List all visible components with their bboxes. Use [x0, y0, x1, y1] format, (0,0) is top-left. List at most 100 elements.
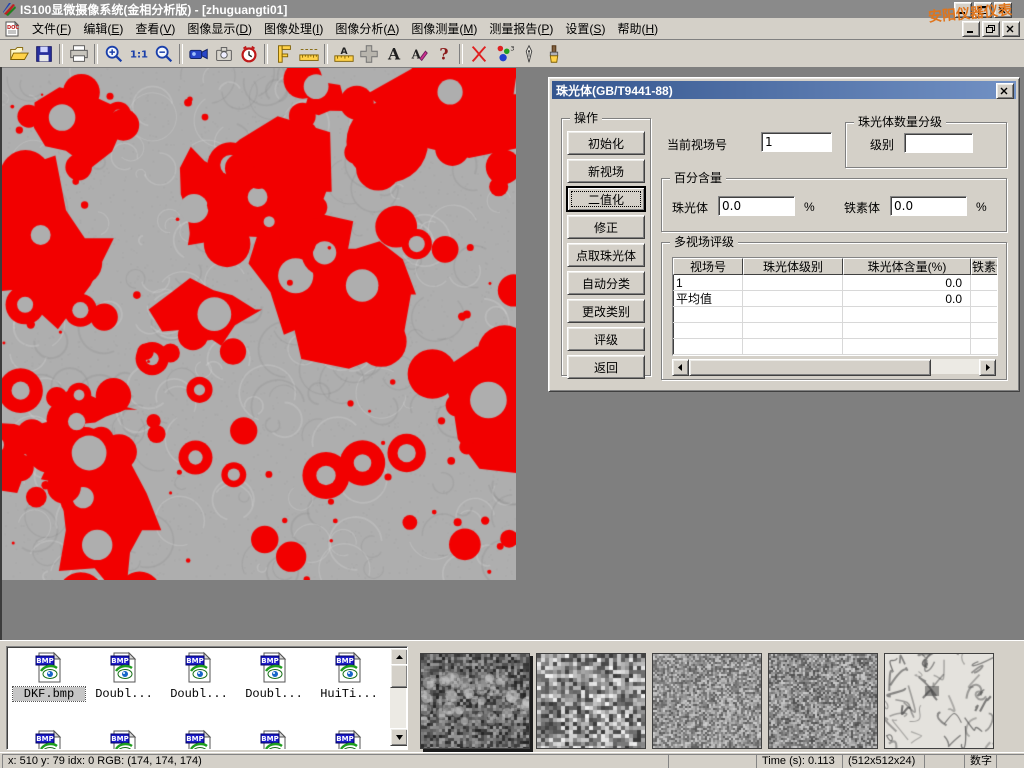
file-item-partial[interactable]: BMP [313, 729, 385, 750]
table-header-2[interactable]: 珠光体含量(%) [843, 258, 971, 275]
file-name[interactable]: DKF.bmp [13, 687, 85, 701]
op-button-6[interactable]: 自动分类 [567, 271, 645, 295]
snapshot-icon[interactable] [211, 42, 236, 66]
op-button-9[interactable]: 返回 [567, 355, 645, 379]
thumbnail-preview-4[interactable] [768, 653, 878, 749]
table-row[interactable] [673, 339, 997, 355]
table-row[interactable] [673, 323, 997, 339]
current-field-label: 当前视场号 [667, 136, 727, 153]
help-icon[interactable]: ? [431, 42, 456, 66]
curve-tool-icon[interactable] [466, 42, 491, 66]
scroll-left-icon[interactable] [672, 359, 689, 376]
table-header-0[interactable]: 视场号 [673, 258, 743, 275]
metallographic-image[interactable] [2, 68, 516, 580]
toolbar-separator [264, 44, 268, 64]
table-row[interactable]: 10.0 [673, 275, 997, 291]
pen-tool-icon[interactable] [516, 42, 541, 66]
save-icon[interactable] [31, 42, 56, 66]
bmp-file-icon[interactable]: BMP [33, 672, 65, 686]
menu-item-f[interactable]: 文件(F) [26, 18, 77, 39]
classify-count-icon[interactable]: 3 [491, 42, 516, 66]
menu-item-h[interactable]: 帮助(H) [611, 18, 664, 39]
menu-item-e[interactable]: 编辑(E) [77, 18, 129, 39]
print-icon[interactable] [66, 42, 91, 66]
pearlite-dialog: 珠光体(GB/T9441-88) 操作 初始化新视场二值化修正点取珠光体自动分类… [548, 77, 1020, 392]
menu-item-a[interactable]: 图像分析(A) [329, 18, 405, 39]
dialog-title-bar[interactable]: 珠光体(GB/T9441-88) [552, 81, 1016, 99]
file-name[interactable]: Doubl... [163, 687, 235, 701]
file-scrollbar[interactable] [390, 648, 406, 746]
scroll-right-icon[interactable] [979, 359, 996, 376]
document-icon[interactable]: DOC [4, 21, 20, 37]
table-row[interactable] [673, 307, 997, 323]
file-item[interactable]: BMPHuiTi... [313, 651, 385, 701]
file-name[interactable]: Doubl... [238, 687, 310, 701]
table-hscrollbar[interactable] [672, 359, 996, 374]
hscroll-thumb[interactable] [689, 359, 931, 376]
op-button-7[interactable]: 更改类别 [567, 299, 645, 323]
dialog-close-icon[interactable] [996, 83, 1014, 99]
menu-item-s[interactable]: 设置(S) [559, 18, 611, 39]
file-item-partial[interactable]: BMP [163, 729, 235, 750]
thumbnail-preview-1[interactable] [420, 653, 530, 749]
op-button-5[interactable]: 点取珠光体 [567, 243, 645, 267]
file-item-partial[interactable]: BMP [238, 729, 310, 750]
menu-item-d[interactable]: 图像显示(D) [181, 18, 258, 39]
file-name[interactable]: Doubl... [88, 687, 160, 701]
ruler-icon[interactable] [296, 42, 321, 66]
file-item[interactable]: BMPDoubl... [238, 651, 310, 701]
scroll-down-icon[interactable] [390, 728, 408, 746]
child-close-button[interactable] [1002, 21, 1020, 37]
svg-text:A: A [386, 44, 400, 63]
ferrite-input[interactable]: 0.0 [890, 196, 967, 216]
thumbnail-preview-5[interactable] [884, 653, 994, 749]
bmp-file-icon[interactable]: BMP [333, 672, 365, 686]
op-button-1[interactable]: 初始化 [567, 131, 645, 155]
file-name[interactable]: HuiTi... [313, 687, 385, 701]
menu-item-v[interactable]: 查看(V) [129, 18, 181, 39]
menu-item-p[interactable]: 测量报告(P) [483, 18, 559, 39]
zoom-in-icon[interactable] [101, 42, 126, 66]
bmp-file-icon[interactable]: BMP [183, 672, 215, 686]
op-button-3[interactable]: 二值化 [567, 187, 645, 211]
timer-icon[interactable] [236, 42, 261, 66]
bmp-file-icon[interactable]: BMP [108, 672, 140, 686]
video-capture-icon[interactable] [186, 42, 211, 66]
file-item-partial[interactable]: BMP [13, 729, 85, 750]
thumbnail-preview-3[interactable] [652, 653, 762, 749]
child-restore-button[interactable] [982, 21, 1000, 37]
file-item[interactable]: BMPDKF.bmp [13, 651, 85, 701]
table-cell: 1 [673, 275, 743, 291]
caliper-icon[interactable] [271, 42, 296, 66]
text-annotation-icon[interactable]: A [381, 42, 406, 66]
edit-annotation-icon[interactable]: A [406, 42, 431, 66]
file-item[interactable]: BMPDoubl... [163, 651, 235, 701]
actual-size-icon[interactable]: 1:1 [126, 42, 151, 66]
brush-tool-icon[interactable] [541, 42, 566, 66]
file-item[interactable]: BMPDoubl... [88, 651, 160, 701]
thumbnail-preview-2[interactable] [536, 653, 646, 749]
table-header-3[interactable]: 铁素体含量(%) [971, 258, 998, 275]
table-cell [743, 275, 843, 291]
grid-measure-icon[interactable] [356, 42, 381, 66]
window-title: IS100显微摄像系统(金相分析版) - [zhuguangti01] [20, 1, 287, 18]
table-row[interactable]: 平均值0.0 [673, 291, 997, 307]
op-button-2[interactable]: 新视场 [567, 159, 645, 183]
rating-table[interactable]: 视场号珠光体级别珠光体含量(%)铁素体含量(%)10.0平均值0.0 [672, 257, 998, 356]
zoom-out-icon[interactable] [151, 42, 176, 66]
grade-input[interactable] [904, 133, 973, 153]
bmp-file-icon[interactable]: BMP [258, 672, 290, 686]
op-button-8[interactable]: 评级 [567, 327, 645, 351]
status-empty-1 [668, 754, 757, 768]
file-browser[interactable]: BMPDKF.bmpBMPDoubl...BMPDoubl...BMPDoubl… [6, 646, 408, 750]
vscroll-thumb[interactable] [390, 664, 408, 688]
open-file-icon[interactable] [6, 42, 31, 66]
pearlite-input[interactable]: 0.0 [718, 196, 795, 216]
current-field-input[interactable]: 1 [761, 132, 832, 152]
measure-text-icon[interactable]: A [331, 42, 356, 66]
table-header-1[interactable]: 珠光体级别 [743, 258, 843, 275]
menu-item-i[interactable]: 图像处理(I) [258, 18, 329, 39]
op-button-4[interactable]: 修正 [567, 215, 645, 239]
menu-item-m[interactable]: 图像测量(M) [405, 18, 483, 39]
file-item-partial[interactable]: BMP [88, 729, 160, 750]
